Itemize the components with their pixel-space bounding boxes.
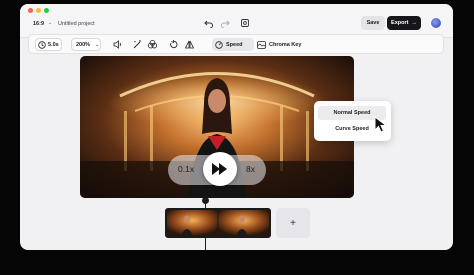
maximize-window-button[interactable] (44, 8, 49, 13)
aspect-ratio-select[interactable]: 16:9 (33, 21, 44, 27)
minimize-window-button[interactable] (36, 8, 41, 13)
chevron-down-icon: ⌄ (95, 41, 100, 48)
fit-icon[interactable] (240, 18, 250, 28)
export-label: Export (391, 20, 409, 26)
duration-field[interactable]: 5.0s (35, 38, 62, 51)
save-button[interactable]: Save (361, 16, 385, 30)
close-window-button[interactable] (28, 8, 33, 13)
rotate-icon[interactable] (168, 39, 179, 50)
speed-label: Speed (226, 41, 243, 48)
redo-icon[interactable] (220, 18, 230, 28)
volume-icon[interactable] (112, 39, 123, 50)
add-clip-button[interactable]: + (276, 208, 310, 238)
undo-icon[interactable] (204, 18, 214, 28)
play-forward-icon (212, 163, 227, 175)
chevron-down-icon: ⌄ (48, 20, 53, 26)
export-button[interactable]: Export → (387, 16, 421, 30)
zoom-select[interactable]: 200% ⌄ (71, 38, 101, 51)
min-speed-label[interactable]: 0.1x (178, 164, 194, 174)
color-filter-icon[interactable] (147, 39, 158, 50)
flip-icon[interactable] (184, 39, 195, 50)
clip-thumbnails (167, 210, 269, 236)
magic-wand-icon[interactable] (132, 39, 143, 50)
speed-button[interactable]: Speed (212, 38, 254, 51)
cursor-icon (374, 116, 388, 133)
zoom-value: 200% (76, 41, 91, 48)
chroma-key-label: Chroma Key (269, 41, 302, 48)
playback-controls: 0.1x 8x (168, 152, 266, 186)
project-title[interactable]: Untitled project (58, 21, 95, 27)
title-bar: 16:9 ⌄ Untitled project Save Export → (20, 4, 453, 38)
video-clip[interactable] (165, 208, 271, 238)
speedometer-icon (215, 40, 223, 49)
chroma-key-icon (257, 40, 266, 49)
play-button[interactable] (203, 152, 237, 186)
avatar[interactable] (430, 17, 442, 29)
edit-toolbar: 5.0s 200% ⌄ Speed Chroma Key (28, 34, 444, 54)
duration-value: 5.0s (48, 41, 59, 48)
max-speed-label[interactable]: 8x (246, 164, 255, 174)
clock-icon (38, 40, 46, 49)
chroma-key-button[interactable]: Chroma Key (254, 38, 306, 51)
device-frame: 16:9 ⌄ Untitled project Save Export → 5.… (0, 0, 474, 275)
arrow-right-icon: → (411, 20, 417, 26)
